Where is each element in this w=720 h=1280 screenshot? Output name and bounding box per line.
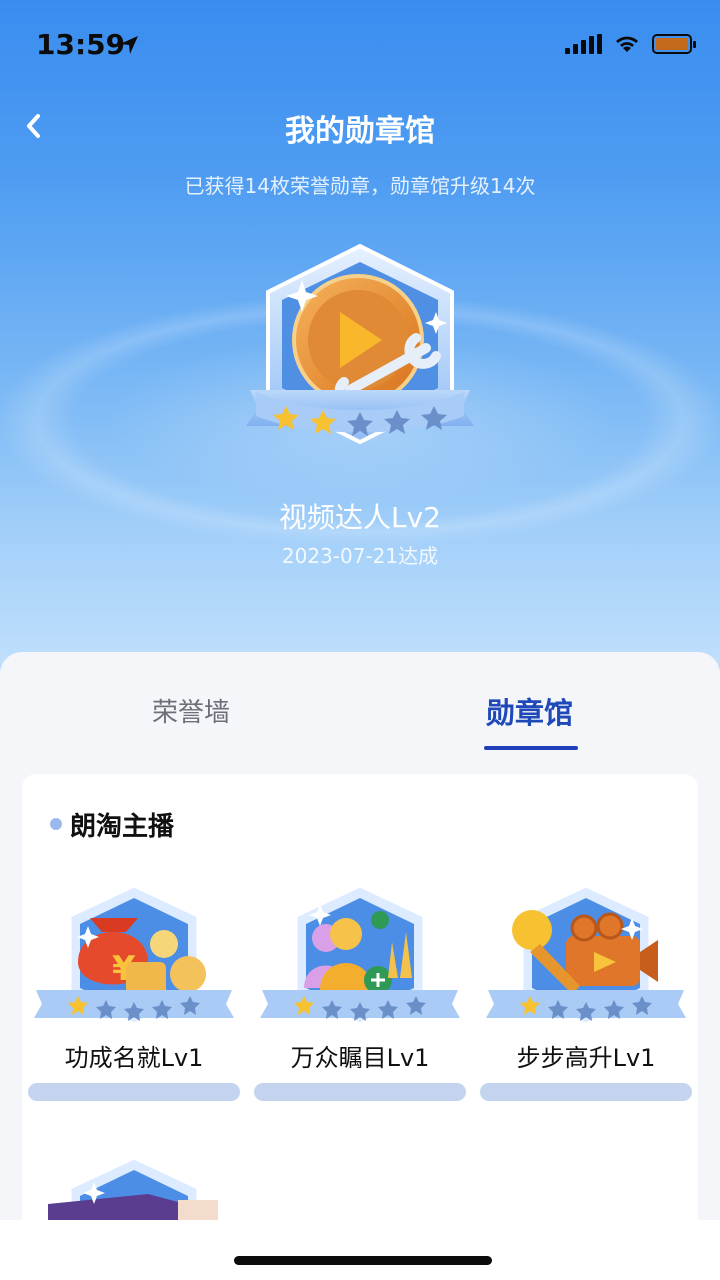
audience-growth-icon xyxy=(260,884,460,1026)
bottom-safe-area xyxy=(0,1220,720,1280)
featured-badge-name: 视频达人Lv2 xyxy=(279,501,441,534)
badge-label: 万众瞩目Lv1 xyxy=(290,1044,430,1072)
page-title: 我的勋章馆 xyxy=(285,114,435,149)
section-dot-icon xyxy=(50,818,62,830)
tab-bar: 荣誉墙 勋章馆 xyxy=(0,652,720,762)
home-indicator[interactable] xyxy=(234,1256,492,1265)
graduation-cap-badge-icon[interactable] xyxy=(28,1154,240,1224)
badge-label: 步步高升Lv1 xyxy=(516,1044,656,1072)
status-time: 13:59 xyxy=(36,28,126,61)
status-bar: 13:59 xyxy=(0,0,720,88)
badge-progress-bar xyxy=(28,1083,240,1101)
cellular-signal-icon xyxy=(565,34,602,54)
page-subtitle: 已获得14枚荣誉勋章，勋章馆升级14次 xyxy=(184,174,536,198)
badge-label: 功成名就Lv1 xyxy=(64,1044,204,1072)
battery-icon xyxy=(652,34,696,54)
featured-badge-date: 2023-07-21达成 xyxy=(281,544,439,568)
badge-item[interactable]: 步步高升Lv1 xyxy=(480,882,692,1101)
section-title: 朗淘主播 xyxy=(70,812,175,842)
wifi-icon xyxy=(616,36,638,52)
badge-section-card: 朗淘主播 ¥ 功成名就Lv1 万众瞩目Lv1 步步高升Lv1 xyxy=(22,774,698,1280)
money-bag-icon: ¥ xyxy=(34,884,234,1026)
location-arrow-icon xyxy=(120,36,138,54)
badge-item[interactable]: ¥ 功成名就Lv1 xyxy=(28,882,240,1101)
video-expert-badge-icon[interactable] xyxy=(230,240,490,470)
microphone-camera-icon xyxy=(486,884,686,1026)
tab-badge-hall[interactable]: 勋章馆 xyxy=(486,690,573,732)
badge-progress-bar xyxy=(480,1083,692,1101)
content-sheet: 荣誉墙 勋章馆 朗淘主播 ¥ 功成名就Lv1 万众瞩目Lv1 步步高升Lv1 xyxy=(0,652,720,1280)
badge-item[interactable]: 万众瞩目Lv1 xyxy=(254,882,466,1101)
active-tab-indicator xyxy=(484,746,578,750)
tab-honor-wall[interactable]: 荣誉墙 xyxy=(152,692,230,729)
badge-progress-bar xyxy=(254,1083,466,1101)
